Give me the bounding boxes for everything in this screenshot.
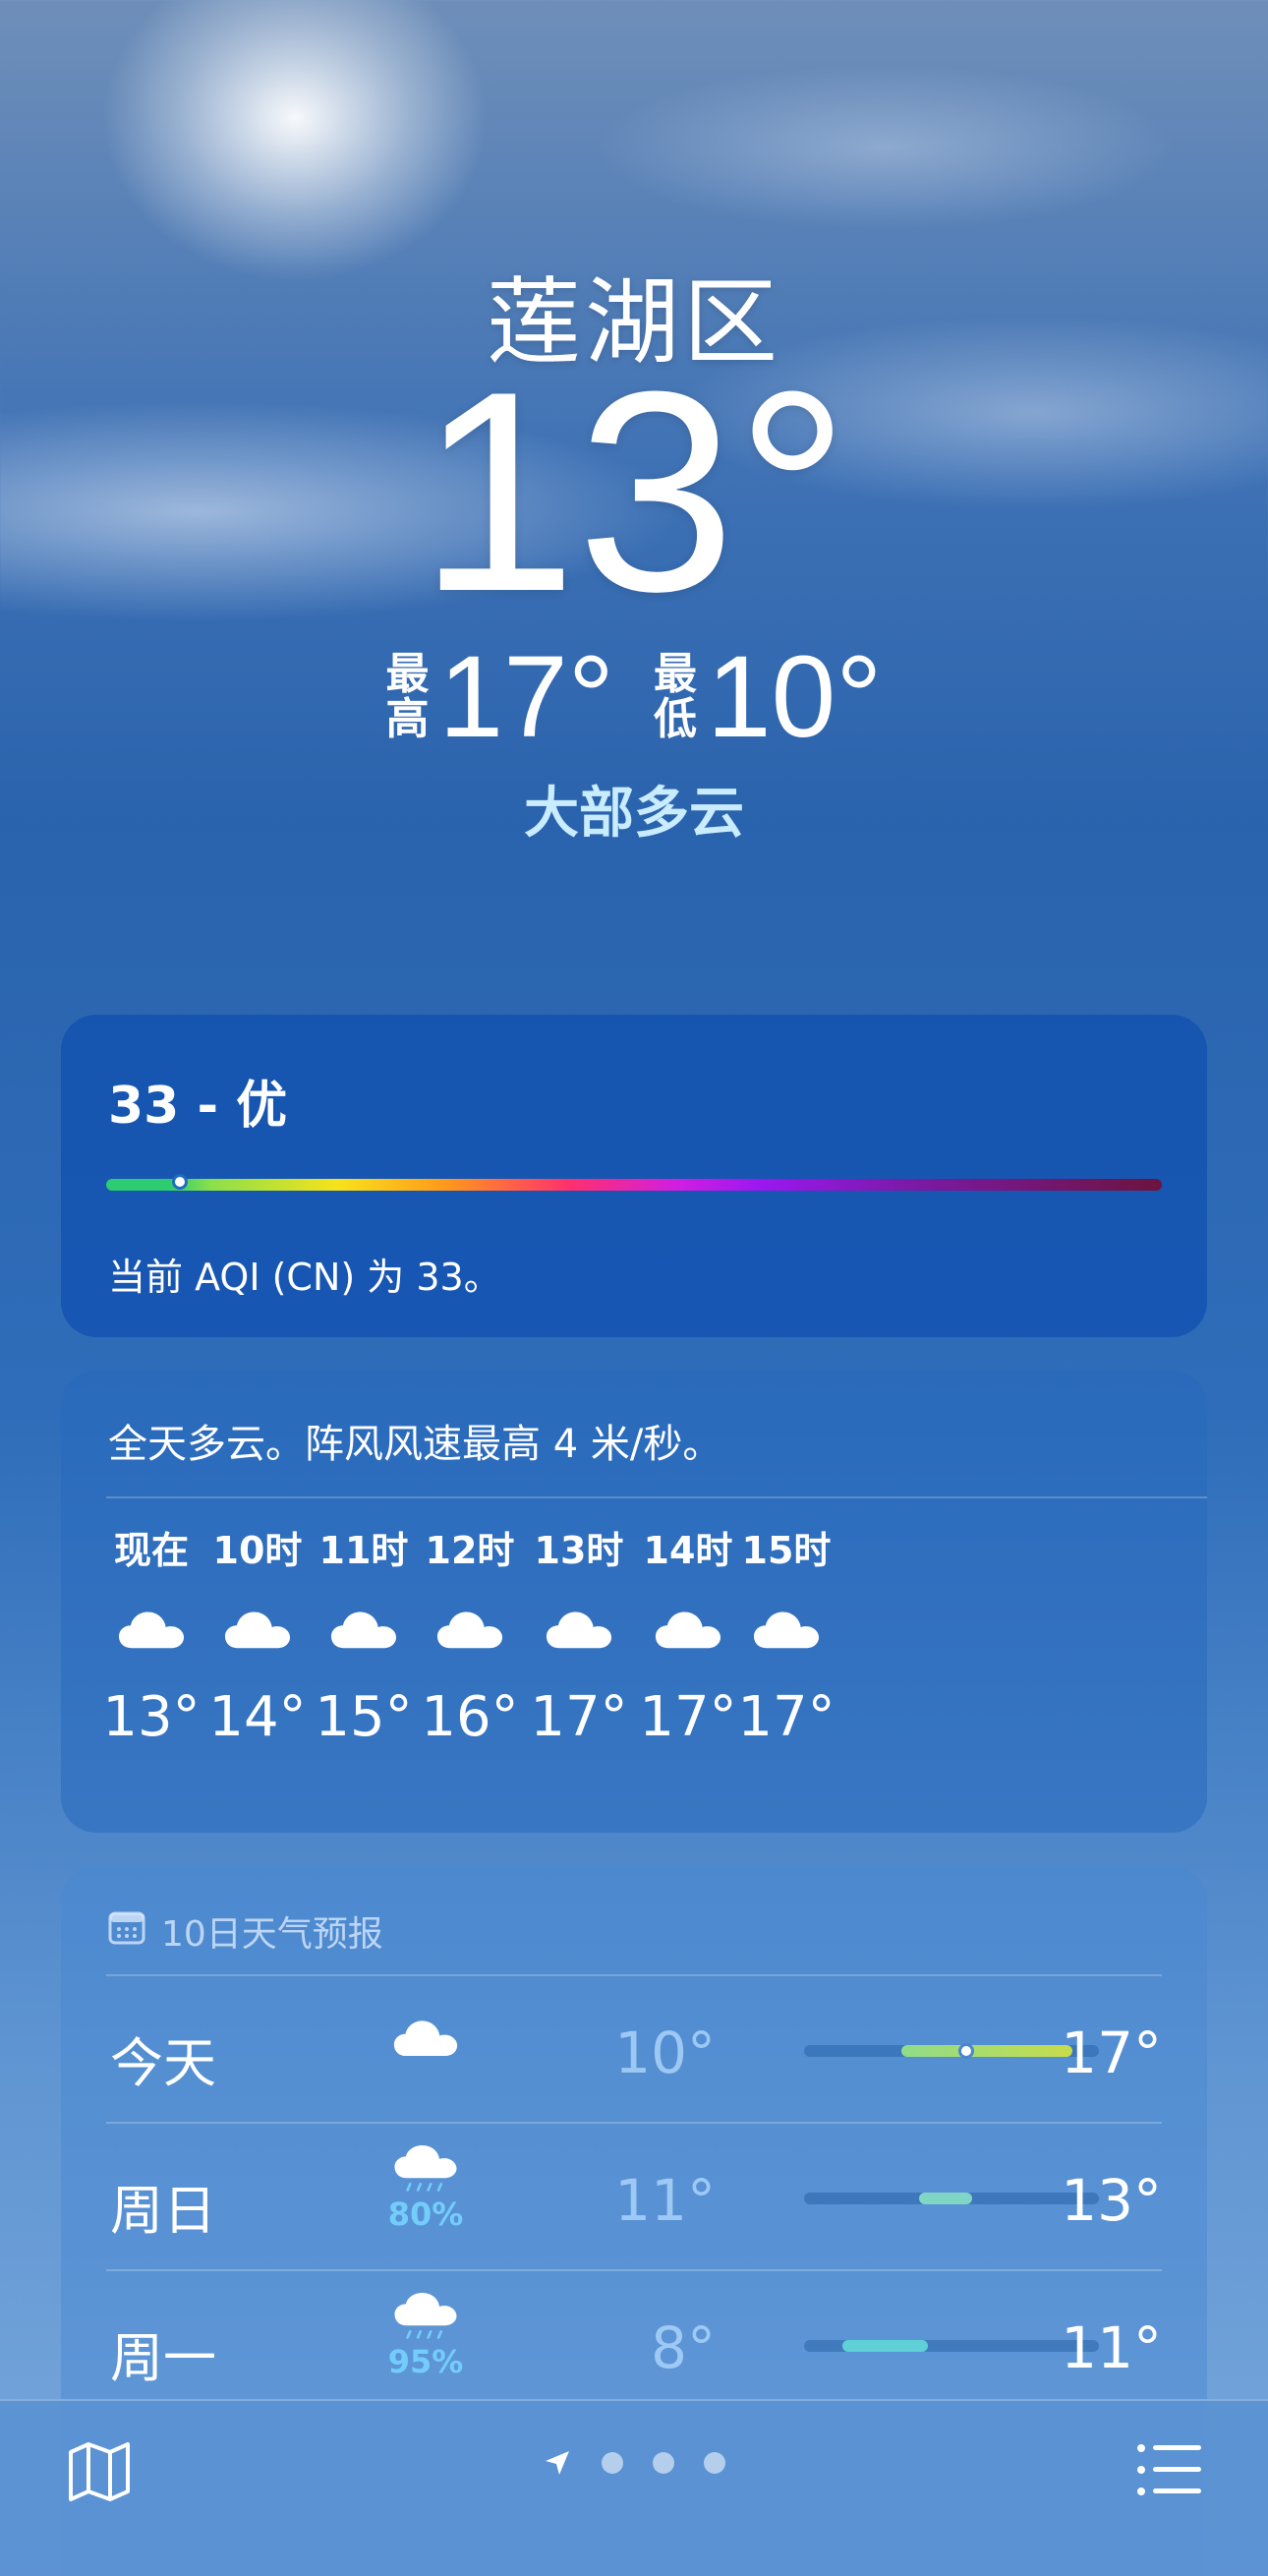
bottom-toolbar bbox=[0, 2399, 1268, 2576]
high-temp-value: 17° bbox=[438, 632, 614, 762]
aqi-indicator-dot bbox=[172, 1174, 189, 1190]
current-weather-header: 莲湖区 13° 最 高 17° 最 低 10° 大部多云 bbox=[0, 0, 1268, 885]
hourly-forecast-card[interactable]: 全天多云。阵风风速最高 4 米/秒。 现在 13° 10时 14° 11时 15° 12时 1… bbox=[61, 1371, 1207, 1833]
page-indicator[interactable] bbox=[0, 2448, 1268, 2478]
aqi-description: 当前 AQI (CN) 为 33。 bbox=[108, 1256, 501, 1299]
aqi-title: 33 - 优 bbox=[108, 1077, 288, 1136]
weather-condition: 大部多云 bbox=[524, 782, 744, 846]
current-temperature: 13° bbox=[418, 332, 850, 651]
day-low-temp: 8° bbox=[651, 2314, 716, 2381]
day-high-temp: 13° bbox=[1061, 2167, 1162, 2234]
hour-temperature: 17° bbox=[737, 1685, 836, 1749]
city-list-button[interactable] bbox=[1136, 2440, 1201, 2499]
day-high-temp: 11° bbox=[1061, 2314, 1162, 2381]
low-label: 最 低 bbox=[654, 649, 697, 744]
low-temp-group: 最 低 10° bbox=[654, 639, 882, 755]
cloud-rain-icon: 95% bbox=[372, 2293, 480, 2380]
daily-row[interactable]: 周日 80% 11° 13° bbox=[106, 2122, 1162, 2271]
high-temp-group: 最 高 17° bbox=[386, 639, 614, 755]
day-name: 今天 bbox=[110, 2032, 216, 2094]
current-temp-marker bbox=[958, 2043, 974, 2059]
list-icon bbox=[1137, 2444, 1201, 2495]
precipitation-chance: 80% bbox=[387, 2195, 464, 2233]
low-temp-value: 10° bbox=[707, 632, 883, 762]
page-dot[interactable] bbox=[653, 2452, 674, 2474]
ten-day-header-label: 10日天气预报 bbox=[161, 1914, 383, 1955]
day-name: 周日 bbox=[110, 2180, 216, 2242]
day-low-temp: 10° bbox=[614, 2020, 716, 2086]
temperature-range-bar bbox=[919, 2193, 972, 2204]
temperature-range-bar bbox=[901, 2045, 1072, 2057]
page-dot[interactable] bbox=[704, 2452, 725, 2474]
temperature-range-bar bbox=[842, 2340, 928, 2352]
cloud-icon bbox=[372, 1998, 480, 2064]
calendar-icon bbox=[108, 1909, 145, 1954]
location-arrow-icon[interactable] bbox=[543, 2448, 572, 2478]
temperature-range-track bbox=[804, 2043, 1099, 2059]
daily-row[interactable]: 周一 95% 8° 11° bbox=[106, 2269, 1162, 2419]
high-label: 最 高 bbox=[385, 649, 430, 744]
hourly-scroll-strip[interactable]: 现在 13° 10时 14° 11时 15° 12时 16° 13时 17° 14时 17° 15时 17… bbox=[61, 1496, 1207, 1833]
ten-day-header: 10日天气预报 bbox=[108, 1905, 383, 1957]
temperature-range-track bbox=[804, 2193, 1099, 2204]
daily-row[interactable]: 今天 10° 17° bbox=[106, 1974, 1162, 2124]
precipitation-chance: 95% bbox=[387, 2342, 464, 2380]
day-name: 周一 bbox=[110, 2327, 216, 2389]
temperature-range-track bbox=[804, 2340, 1099, 2352]
hourly-summary: 全天多云。阵风风速最高 4 米/秒。 bbox=[108, 1422, 722, 1467]
cloud-icon bbox=[698, 1575, 875, 1683]
cloud-rain-icon: 80% bbox=[372, 2145, 480, 2233]
high-low-temperatures: 最 高 17° 最 低 10° bbox=[0, 639, 1268, 755]
page-dot[interactable] bbox=[602, 2452, 623, 2474]
hourly-item: 15时 17° bbox=[698, 1526, 875, 1752]
day-high-temp: 17° bbox=[1061, 2020, 1162, 2086]
aqi-scale-bar bbox=[106, 1174, 1162, 1191]
air-quality-card[interactable]: 33 - 优 当前 AQI (CN) 为 33。 bbox=[61, 1015, 1207, 1337]
hour-label: 15时 bbox=[741, 1529, 832, 1572]
day-low-temp: 11° bbox=[614, 2167, 716, 2234]
